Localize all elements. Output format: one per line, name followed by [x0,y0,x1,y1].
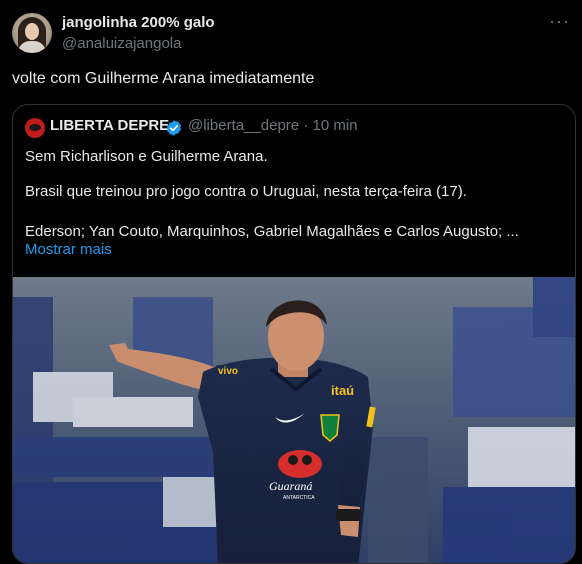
quoted-text-line: Sem Richarlison e Guilherme Arana. [25,148,268,165]
quoted-photo[interactable]: vivo itaú Guaraná ANTARCTICA [13,277,575,563]
show-more-link[interactable]: Mostrar mais [25,241,112,258]
post-text: volte com Guilherme Arana imediatamente [12,70,315,87]
quoted-author-handle[interactable]: @liberta__depre [188,117,299,134]
quoted-author-avatar[interactable] [25,118,45,138]
coach-photo-illustration: vivo itaú Guaraná ANTARCTICA [13,277,575,563]
quoted-post[interactable]: LIBERTA DEPRE @liberta__depre · 10 min S… [12,104,576,564]
quoted-text-line: Ederson; Yan Couto, Marquinhos, Gabriel … [25,223,519,240]
meta-separator: · [303,117,309,134]
quoted-author-name[interactable]: LIBERTA DEPRE [50,117,169,134]
chest-logo: Guaraná [269,479,312,493]
quoted-timestamp[interactable]: 10 min [312,117,357,134]
chest-logo-sub: ANTARCTICA [283,495,315,501]
author-display-name[interactable]: jangolinha 200% galo [62,14,215,31]
jersey-sponsor: itaú [331,383,354,398]
more-options-icon[interactable]: ··· [549,11,570,32]
author-handle[interactable]: @analuizajangola [62,35,181,52]
avatar-face [25,23,39,40]
quoted-text-line: Brasil que treinou pro jogo contra o Uru… [25,183,467,200]
verified-badge-icon [166,120,182,136]
quoted-author-meta: @liberta__depre · 10 min [188,117,358,134]
sleeve-logo: vivo [218,366,238,377]
author-avatar[interactable] [12,13,52,53]
